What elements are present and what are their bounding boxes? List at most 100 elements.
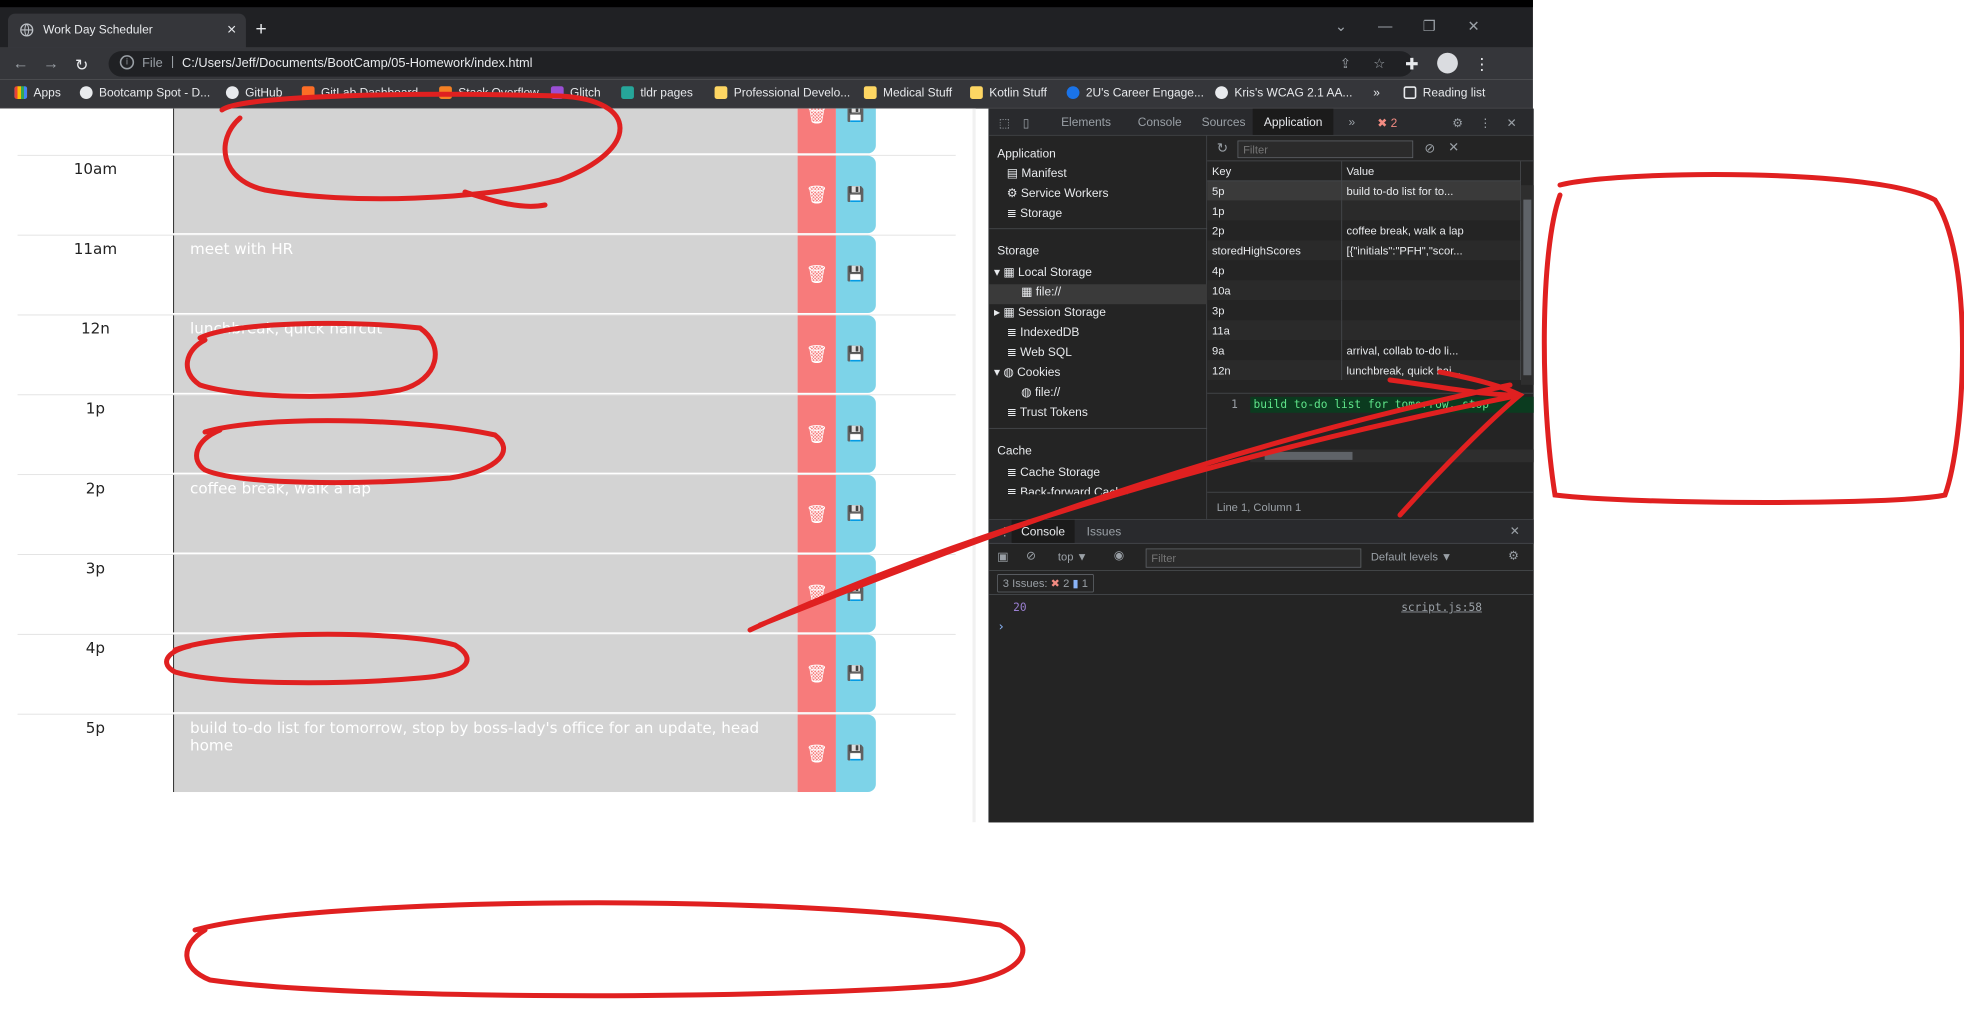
delete-button[interactable]: 🗑 <box>797 634 836 713</box>
new-tab-button[interactable]: + <box>255 18 266 40</box>
key-column-header[interactable]: Key <box>1207 161 1342 181</box>
bookmark-glitch[interactable]: Glitch <box>550 86 601 100</box>
storage-key[interactable]: 4p <box>1207 260 1342 281</box>
storage-key[interactable]: 12n <box>1207 360 1342 381</box>
bookmark-bootcamp-spot[interactable]: Bootcamp Spot - D... <box>79 86 210 100</box>
storage-key[interactable]: 10a <box>1207 280 1342 301</box>
devtools-menu-icon[interactable]: ⋮ <box>1479 116 1491 131</box>
bookmark-2u-career[interactable]: 2U's Career Engage... <box>1066 86 1204 100</box>
close-window-button[interactable]: ✕ <box>1467 18 1479 35</box>
maximize-button[interactable]: ❐ <box>1423 18 1436 35</box>
storage-row[interactable]: storedHighScores [{"initials":"PFH","scor… <box>1207 240 1521 261</box>
bookmarks-overflow-button[interactable]: » <box>1373 86 1380 100</box>
menu-icon[interactable]: ⋮ <box>1474 54 1490 74</box>
description-textarea[interactable]: meet with HR <box>173 235 798 313</box>
extensions-icon[interactable]: ✚ <box>1405 54 1418 74</box>
save-button[interactable]: 💾 <box>835 235 876 313</box>
sidebar-cache-storage[interactable]: ≣ Cache Storage <box>1007 465 1100 479</box>
delete-button[interactable]: 🗑 <box>797 108 836 154</box>
context-selector[interactable]: top ▼ <box>1058 550 1088 563</box>
delete-button[interactable]: 🗑 <box>797 475 836 553</box>
scrollbar-thumb[interactable] <box>1264 451 1353 460</box>
save-button[interactable]: 💾 <box>835 395 876 473</box>
save-button[interactable]: 💾 <box>835 108 876 154</box>
log-levels-dropdown[interactable]: Default levels ▼ <box>1371 550 1452 563</box>
star-icon[interactable]: ☆ <box>1373 56 1385 72</box>
storage-value[interactable] <box>1341 300 1521 321</box>
refresh-icon[interactable]: ↻ <box>1217 141 1228 157</box>
storage-key[interactable]: 5p <box>1207 180 1342 201</box>
info-icon[interactable]: i <box>119 55 135 70</box>
more-tabs-button[interactable]: » <box>1348 116 1355 130</box>
tab-work-day-scheduler[interactable]: Work Day Scheduler × <box>7 13 246 48</box>
storage-value[interactable]: build to-do list for to... <box>1341 180 1521 201</box>
console-settings-icon[interactable]: ⚙ <box>1508 549 1519 563</box>
storage-key[interactable]: storedHighScores <box>1207 240 1342 261</box>
description-textarea[interactable]: lunchbreak, quick haircut <box>173 315 798 393</box>
storage-row[interactable]: 10a <box>1207 280 1521 301</box>
close-drawer-icon[interactable]: ✕ <box>1510 524 1520 539</box>
storage-value[interactable]: lunchbreak, quick hai... <box>1341 360 1521 381</box>
preview-scrollbar[interactable] <box>1250 449 1534 463</box>
minimize-button[interactable]: — <box>1378 18 1392 35</box>
storage-key[interactable]: 11a <box>1207 320 1342 341</box>
bookmark-github[interactable]: GitHub <box>225 86 282 100</box>
inspect-icon[interactable]: ⬚ <box>999 116 1010 131</box>
issues-button[interactable]: 3 Issues: ✖ 2 ▮ 1 <box>997 574 1094 593</box>
storage-key[interactable]: 3p <box>1207 300 1342 321</box>
delete-button[interactable]: 🗑 <box>797 235 836 313</box>
table-scrollbar[interactable] <box>1520 185 1534 385</box>
bookmark-tldr-pages[interactable]: tldr pages <box>621 86 693 100</box>
description-textarea[interactable]: build to-do list for tomorrow, stop by b… <box>173 714 798 793</box>
url-text[interactable]: C:/Users/Jeff/Documents/BootCamp/05-Home… <box>182 57 532 71</box>
sidebar-local-storage-file[interactable]: ▦ file:// <box>989 284 1208 305</box>
sidebar-toggle-icon[interactable]: ▣ <box>997 549 1008 564</box>
tab-search-icon[interactable]: ⌄ <box>1335 18 1347 35</box>
close-tab-icon[interactable]: × <box>227 21 236 39</box>
storage-filter-input[interactable] <box>1237 140 1414 159</box>
sidebar-indexeddb[interactable]: ≣ IndexedDB <box>1007 325 1080 340</box>
storage-key[interactable]: 1p <box>1207 200 1342 221</box>
storage-row[interactable]: 11a <box>1207 320 1521 341</box>
console-filter-input[interactable] <box>1145 548 1362 568</box>
scrollbar-thumb[interactable] <box>1523 199 1532 376</box>
sidebar-cookies-file[interactable]: ◍ file:// <box>1021 385 1060 400</box>
save-button[interactable]: 💾 <box>835 155 876 234</box>
tab-console[interactable]: Console <box>1138 116 1182 130</box>
bookmark-medical-stuff[interactable]: Medical Stuff <box>863 86 952 100</box>
sidebar-back-forward-cache[interactable]: ≣ Back-forward Cache <box>1007 485 1129 494</box>
delete-selected-icon[interactable]: ✕ <box>1448 140 1459 156</box>
storage-value[interactable]: arrival, collab to-do li... <box>1341 340 1521 361</box>
sidebar-service-workers[interactable]: ⚙ Service Workers <box>1007 186 1109 201</box>
back-icon[interactable]: ← <box>13 55 29 73</box>
sidebar-cookies[interactable]: ▾ ◍ Cookies <box>994 365 1060 380</box>
reading-list-button[interactable]: Reading list <box>1403 86 1485 100</box>
delete-button[interactable]: 🗑 <box>797 315 836 393</box>
reload-icon[interactable]: ↻ <box>75 55 88 75</box>
storage-row[interactable]: 3p <box>1207 300 1521 321</box>
clear-console-icon[interactable]: ⊘ <box>1026 549 1036 563</box>
save-button[interactable]: 💾 <box>835 714 876 793</box>
storage-value[interactable] <box>1341 200 1521 221</box>
bookmark-professional-development[interactable]: Professional Develo... <box>714 86 850 100</box>
drawer-tab-issues[interactable]: Issues <box>1087 525 1122 539</box>
save-button[interactable]: 💾 <box>835 315 876 393</box>
save-button[interactable]: 💾 <box>835 554 876 633</box>
description-textarea[interactable]: coffee break, walk a lap <box>173 475 798 553</box>
description-textarea[interactable] <box>173 554 798 633</box>
storage-value[interactable]: [{"initials":"PFH","scor... <box>1341 240 1521 261</box>
description-textarea[interactable] <box>173 395 798 473</box>
bookmark-kotlin-stuff[interactable]: Kotlin Stuff <box>970 86 1047 100</box>
tab-application[interactable]: Application <box>1252 108 1334 135</box>
bookmark-wcag[interactable]: Kris's WCAG 2.1 AA... <box>1215 86 1352 100</box>
value-column-header[interactable]: Value <box>1341 161 1521 181</box>
storage-key[interactable]: 2p <box>1207 220 1342 241</box>
delete-button[interactable]: 🗑 <box>797 395 836 473</box>
description-textarea[interactable]: arrival, collab to-do list with Bill <box>173 108 798 154</box>
save-button[interactable]: 💾 <box>835 634 876 713</box>
forward-icon[interactable]: → <box>43 55 59 73</box>
storage-row[interactable]: 2p coffee break, walk a lap <box>1207 220 1521 241</box>
storage-value[interactable] <box>1341 320 1521 341</box>
bookmark-gitlab[interactable]: GitLab Dashboard <box>301 86 418 100</box>
storage-key[interactable]: 9a <box>1207 340 1342 361</box>
